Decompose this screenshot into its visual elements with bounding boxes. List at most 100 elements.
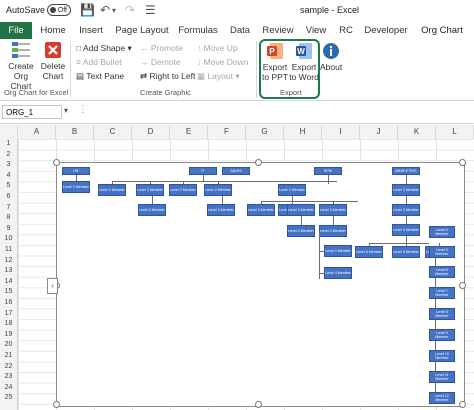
deep-level-node[interactable]: Level 10 Member	[429, 350, 455, 362]
column-header-l[interactable]: L	[436, 125, 474, 139]
tab-page-layout[interactable]: Page Layout	[114, 22, 170, 39]
member-node[interactable]: Level 2 Member	[62, 181, 90, 193]
undo-dropdown-icon[interactable]: ▾	[112, 6, 116, 15]
move-up-button[interactable]: ↑ Move Up	[197, 43, 238, 53]
row-header-21[interactable]: 21	[0, 351, 17, 362]
org-chart[interactable]: HR IT SALES RISK MARKETING Level 2 Member Leve…	[47, 159, 466, 408]
level4-node[interactable]: Level 4 Member	[324, 245, 352, 257]
resize-handle[interactable]	[459, 159, 466, 166]
tab-developer[interactable]: Developer	[364, 22, 408, 39]
row-header-5[interactable]: 5	[0, 181, 17, 192]
select-all-corner[interactable]	[0, 125, 18, 139]
resize-handle[interactable]	[459, 282, 466, 289]
column-header-f[interactable]: F	[208, 125, 246, 139]
undo-icon[interactable]: ↶	[100, 3, 110, 17]
level3-node[interactable]: Level 3 Member	[319, 204, 347, 216]
member-node[interactable]: Level 2 Member	[392, 184, 420, 196]
resize-handle[interactable]	[53, 401, 60, 408]
export-to-ppt-button[interactable]: P Export to PPT	[262, 42, 288, 82]
row-header-6[interactable]: 6	[0, 192, 17, 203]
row-header-12[interactable]: 12	[0, 256, 17, 267]
level5-node[interactable]: Level 5 Member	[355, 246, 383, 258]
column-header-e[interactable]: E	[170, 125, 208, 139]
tab-data[interactable]: Data	[228, 22, 252, 39]
top-node-hr[interactable]: HR	[62, 167, 90, 175]
row-header-20[interactable]: 20	[0, 340, 17, 351]
redo-icon[interactable]: ↷	[125, 3, 135, 17]
delete-chart-button[interactable]: Delete Chart	[38, 41, 68, 81]
member-node[interactable]: Level 2 Member	[136, 184, 164, 196]
top-node-it[interactable]: IT	[189, 167, 217, 175]
tab-review[interactable]: Review	[262, 22, 294, 39]
level3-node[interactable]: Level 3 Member	[392, 204, 420, 216]
row-header-15[interactable]: 15	[0, 287, 17, 298]
column-header-k[interactable]: K	[398, 125, 436, 139]
column-header-c[interactable]: C	[94, 125, 132, 139]
level4-node[interactable]: Level 4 Member	[392, 224, 420, 236]
demote-button[interactable]: → Demote	[140, 57, 181, 67]
row-header-11[interactable]: 11	[0, 245, 17, 256]
row-header-10[interactable]: 10	[0, 234, 17, 245]
row-header-22[interactable]: 22	[0, 362, 17, 373]
row-header-9[interactable]: 9	[0, 224, 17, 235]
tab-home[interactable]: Home	[38, 22, 68, 39]
column-header-g[interactable]: G	[246, 125, 284, 139]
column-header-i[interactable]: I	[322, 125, 360, 139]
tab-file[interactable]: File	[0, 22, 32, 39]
level3-node[interactable]: Level 3 Member	[287, 204, 315, 216]
level5-node[interactable]: Level 5 Member	[392, 246, 420, 258]
name-box[interactable]: ORG_1	[2, 105, 62, 119]
right-to-left-button[interactable]: ⇄ Right to Left	[140, 71, 195, 82]
level5-node[interactable]: Level 5 Member	[429, 246, 455, 258]
column-header-j[interactable]: J	[360, 125, 398, 139]
add-bullet-button[interactable]: ≡ Add Bullet	[76, 57, 122, 67]
deep-level-node[interactable]: Level 6 Member	[429, 266, 455, 278]
row-header-7[interactable]: 7	[0, 203, 17, 214]
text-pane-button[interactable]: ▤ Text Pane	[76, 71, 124, 82]
move-down-button[interactable]: ↓ Move Down	[197, 57, 249, 67]
row-header-17[interactable]: 17	[0, 309, 17, 320]
level4-node[interactable]: Level 4 Member	[324, 267, 352, 279]
deep-level-node[interactable]: Level 9 Member	[429, 329, 455, 341]
export-to-word-button[interactable]: W Export to Word	[289, 42, 319, 82]
member-node[interactable]: Level 2 Member	[204, 184, 232, 196]
top-node-marketing[interactable]: MARKETING	[392, 167, 420, 175]
row-header-4[interactable]: 4	[0, 171, 17, 182]
row-header-1[interactable]: 1	[0, 139, 17, 150]
deep-level-node[interactable]: Level 7 Member	[429, 287, 455, 299]
level3-node[interactable]: Level 3 Member	[247, 204, 275, 216]
deep-level-node[interactable]: Level 11 Member	[429, 371, 455, 383]
row-header-25[interactable]: 25	[0, 393, 17, 404]
tab-view[interactable]: View	[304, 22, 328, 39]
name-box-dropdown-icon[interactable]: ▾	[64, 106, 68, 115]
column-header-d[interactable]: D	[132, 125, 170, 139]
top-node-risk[interactable]: RISK	[314, 167, 342, 175]
level3-node[interactable]: Level 3 Member	[138, 204, 166, 216]
resize-handle[interactable]	[53, 159, 60, 166]
row-header-24[interactable]: 24	[0, 383, 17, 394]
level4-node[interactable]: Level 4 Member	[287, 225, 315, 237]
text-pane-toggle-icon[interactable]: ‹	[47, 278, 58, 294]
row-header-16[interactable]: 16	[0, 298, 17, 309]
create-org-chart-button[interactable]: Create Org Chart	[4, 41, 38, 91]
column-header-a[interactable]: A	[18, 125, 56, 139]
resize-handle[interactable]	[255, 159, 262, 166]
tab-insert[interactable]: Insert	[76, 22, 106, 39]
save-icon[interactable]: 💾	[80, 3, 95, 17]
level4-node[interactable]: Level 4 Member	[319, 225, 347, 237]
member-node[interactable]: Level 2 Member	[278, 184, 306, 196]
row-header-3[interactable]: 3	[0, 160, 17, 171]
row-header-2[interactable]: 2	[0, 150, 17, 161]
column-header-b[interactable]: B	[56, 125, 94, 139]
row-header-23[interactable]: 23	[0, 372, 17, 383]
column-header-h[interactable]: H	[284, 125, 322, 139]
add-shape-button[interactable]: □ Add Shape ▾	[76, 43, 132, 54]
deep-level-node[interactable]: Level 8 Member	[429, 308, 455, 320]
promote-button[interactable]: ← Promote	[140, 43, 183, 53]
member-node[interactable]: Level 2 Member	[169, 184, 197, 196]
tab-formulas[interactable]: Formulas	[177, 22, 219, 39]
layout-button[interactable]: ▦ Layout ▾	[197, 71, 240, 82]
deep-level-node[interactable]: Level 12 Member	[429, 392, 455, 404]
member-node[interactable]: Level 2 Member	[98, 184, 126, 196]
resize-handle[interactable]	[255, 401, 262, 408]
